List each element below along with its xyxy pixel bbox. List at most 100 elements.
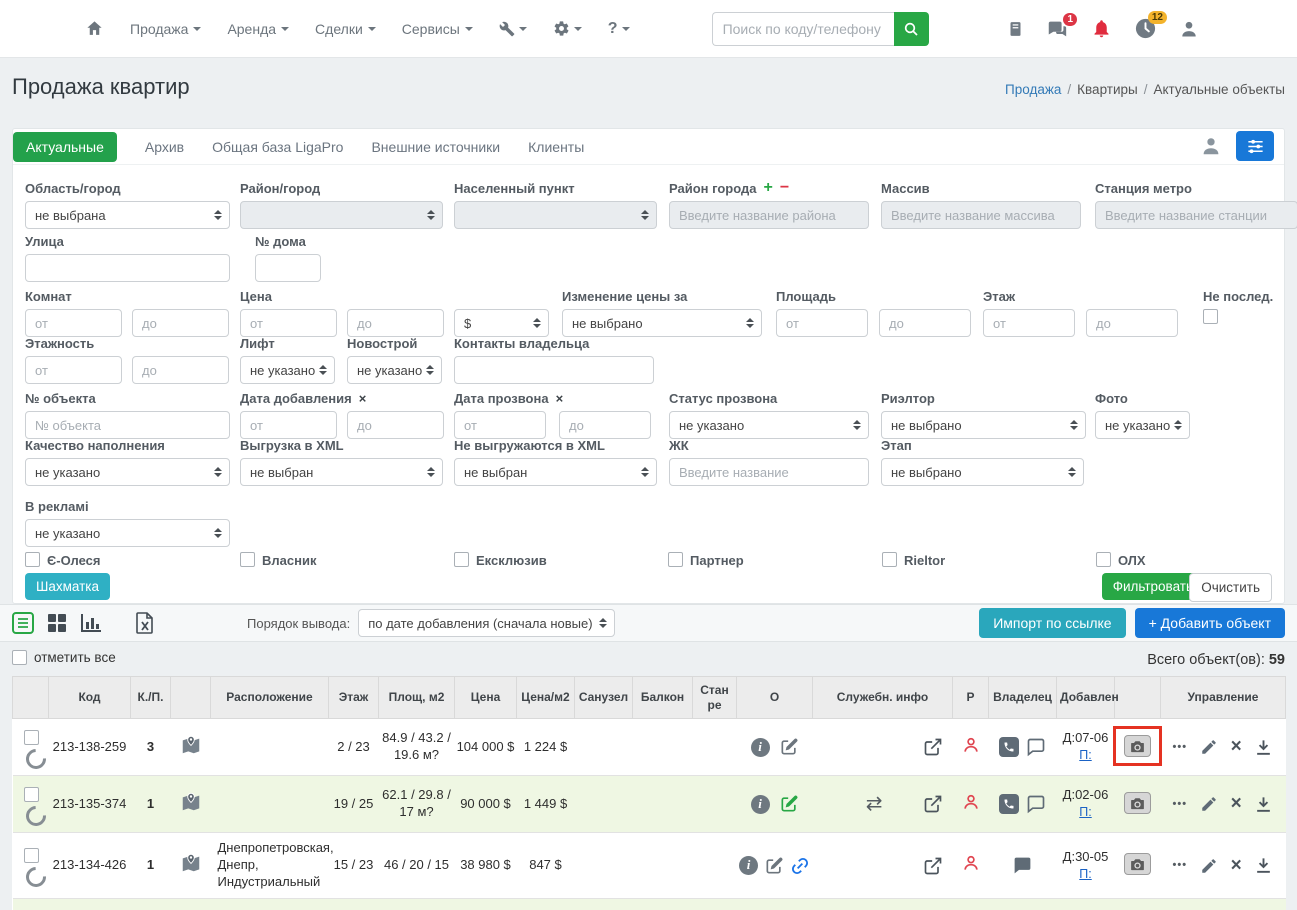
- download-icon[interactable]: [1254, 856, 1273, 875]
- external-link-icon[interactable]: [923, 856, 943, 876]
- journal-icon[interactable]: [1008, 19, 1023, 39]
- new-building-select[interactable]: не указано: [347, 356, 442, 384]
- person-icon[interactable]: [1200, 135, 1222, 157]
- realtor-person-icon[interactable]: [961, 792, 981, 812]
- map-marker-icon[interactable]: [180, 791, 202, 813]
- messages-icon[interactable]: 1: [1045, 18, 1069, 40]
- import-by-link-button[interactable]: Импорт по ссылке: [979, 608, 1125, 638]
- external-link-icon[interactable]: [923, 737, 943, 757]
- edit-note-icon[interactable]: [764, 856, 784, 876]
- advert-select[interactable]: не указано: [25, 519, 230, 547]
- user-profile-icon[interactable]: [1179, 19, 1199, 39]
- order-select[interactable]: по дате добавления (сначала новые): [358, 609, 615, 637]
- clear-date-added-icon[interactable]: ×: [359, 391, 367, 406]
- call-date-link[interactable]: П:: [1079, 867, 1091, 881]
- camera-icon[interactable]: [1124, 735, 1151, 757]
- floors-total-to-input[interactable]: [132, 356, 229, 384]
- delete-icon[interactable]: ×: [1231, 858, 1242, 874]
- phone-icon[interactable]: [999, 794, 1019, 814]
- complex-input[interactable]: [669, 458, 869, 486]
- xml-upload-select[interactable]: не выбран: [240, 458, 443, 486]
- more-actions-icon[interactable]: •••: [1173, 858, 1188, 872]
- olx-checkbox[interactable]: [1096, 552, 1111, 567]
- xml-not-upload-select[interactable]: не выбран: [454, 458, 657, 486]
- exclusive-checkbox[interactable]: [454, 552, 469, 567]
- comment-icon[interactable]: [1026, 794, 1046, 814]
- row-checkbox[interactable]: [24, 848, 39, 863]
- tab-obshchaya-baza[interactable]: Общая база LigaPro: [212, 139, 343, 155]
- remove-district-icon[interactable]: −: [780, 181, 789, 195]
- pencil-icon[interactable]: [1200, 738, 1218, 756]
- tools-menu[interactable]: [499, 21, 527, 37]
- rooms-to-input[interactable]: [132, 309, 229, 337]
- date-call-from-input[interactable]: [454, 411, 546, 439]
- row-checkbox[interactable]: [24, 730, 39, 745]
- map-marker-icon[interactable]: [180, 852, 202, 874]
- delete-icon[interactable]: ×: [1231, 739, 1242, 755]
- chess-button[interactable]: Шахматка: [25, 573, 110, 600]
- camera-icon[interactable]: [1124, 792, 1151, 814]
- floors-total-from-input[interactable]: [25, 356, 122, 384]
- tab-aktualnye[interactable]: Актуальные: [13, 132, 117, 162]
- photo-select[interactable]: не указано: [1095, 411, 1190, 439]
- tab-arhiv[interactable]: Архив: [145, 139, 184, 155]
- vlasnik-checkbox[interactable]: [240, 552, 255, 567]
- excel-export-icon[interactable]: [136, 612, 154, 634]
- lift-select[interactable]: не указано: [240, 356, 335, 384]
- area-from-input[interactable]: [776, 309, 868, 337]
- more-actions-icon[interactable]: •••: [1173, 797, 1188, 811]
- edit-note-icon[interactable]: [779, 737, 799, 757]
- realtor-select[interactable]: не выбрано: [881, 411, 1086, 439]
- delete-icon[interactable]: ×: [1231, 796, 1242, 812]
- map-marker-icon[interactable]: [180, 734, 202, 756]
- external-link-icon[interactable]: [923, 794, 943, 814]
- floor-to-input[interactable]: [1086, 309, 1178, 337]
- swap-icon[interactable]: ⇄: [866, 791, 883, 817]
- region-select[interactable]: не выбрана: [25, 201, 230, 229]
- clear-date-call-icon[interactable]: ×: [556, 391, 564, 406]
- menu-servisy[interactable]: Сервисы: [402, 21, 473, 37]
- search-button[interactable]: [894, 12, 929, 46]
- date-added-from-input[interactable]: [240, 411, 337, 439]
- tasks-clock-icon[interactable]: 12: [1134, 17, 1157, 40]
- object-id-input[interactable]: [25, 411, 230, 439]
- more-actions-icon[interactable]: •••: [1173, 740, 1188, 754]
- chart-view-icon[interactable]: [80, 613, 102, 633]
- pencil-icon[interactable]: [1200, 857, 1218, 875]
- clear-button[interactable]: Очистить: [1189, 573, 1272, 602]
- camera-icon[interactable]: [1124, 853, 1151, 875]
- add-object-button[interactable]: + Добавить объект: [1135, 608, 1285, 638]
- menu-prodazha[interactable]: Продажа: [130, 21, 201, 37]
- tab-vneshnie-istochniki[interactable]: Внешние источники: [371, 139, 500, 155]
- quality-select[interactable]: не указано: [25, 458, 230, 486]
- house-number-input[interactable]: [255, 254, 321, 282]
- list-view-icon[interactable]: [12, 612, 34, 634]
- realtor-person-icon[interactable]: [961, 735, 981, 755]
- home-icon[interactable]: [85, 19, 104, 38]
- tab-klienty[interactable]: Клиенты: [528, 139, 584, 155]
- owner-contacts-input[interactable]: [454, 356, 654, 384]
- notifications-bell-icon[interactable]: [1091, 18, 1112, 39]
- info-icon[interactable]: i: [739, 856, 758, 875]
- date-added-to-input[interactable]: [347, 411, 444, 439]
- price-from-input[interactable]: [240, 309, 337, 337]
- street-input[interactable]: [25, 254, 230, 282]
- info-icon[interactable]: i: [751, 738, 770, 757]
- download-icon[interactable]: [1254, 795, 1273, 814]
- date-call-to-input[interactable]: [559, 411, 651, 439]
- comment-icon[interactable]: [1026, 737, 1046, 757]
- currency-select[interactable]: $: [454, 309, 549, 337]
- rooms-from-input[interactable]: [25, 309, 122, 337]
- e-olesya-checkbox[interactable]: [25, 552, 40, 567]
- phone-icon[interactable]: [999, 737, 1019, 757]
- edit-note-icon[interactable]: [779, 794, 799, 814]
- add-district-icon[interactable]: +: [764, 181, 773, 195]
- search-input[interactable]: [712, 12, 894, 46]
- pencil-icon[interactable]: [1200, 795, 1218, 813]
- partner-checkbox[interactable]: [668, 552, 683, 567]
- grid-view-icon[interactable]: [47, 613, 67, 633]
- realtor-person-icon[interactable]: [961, 853, 981, 873]
- not-last-checkbox[interactable]: [1203, 309, 1218, 324]
- select-all-checkbox[interactable]: [12, 650, 27, 665]
- settings-menu[interactable]: [553, 20, 582, 37]
